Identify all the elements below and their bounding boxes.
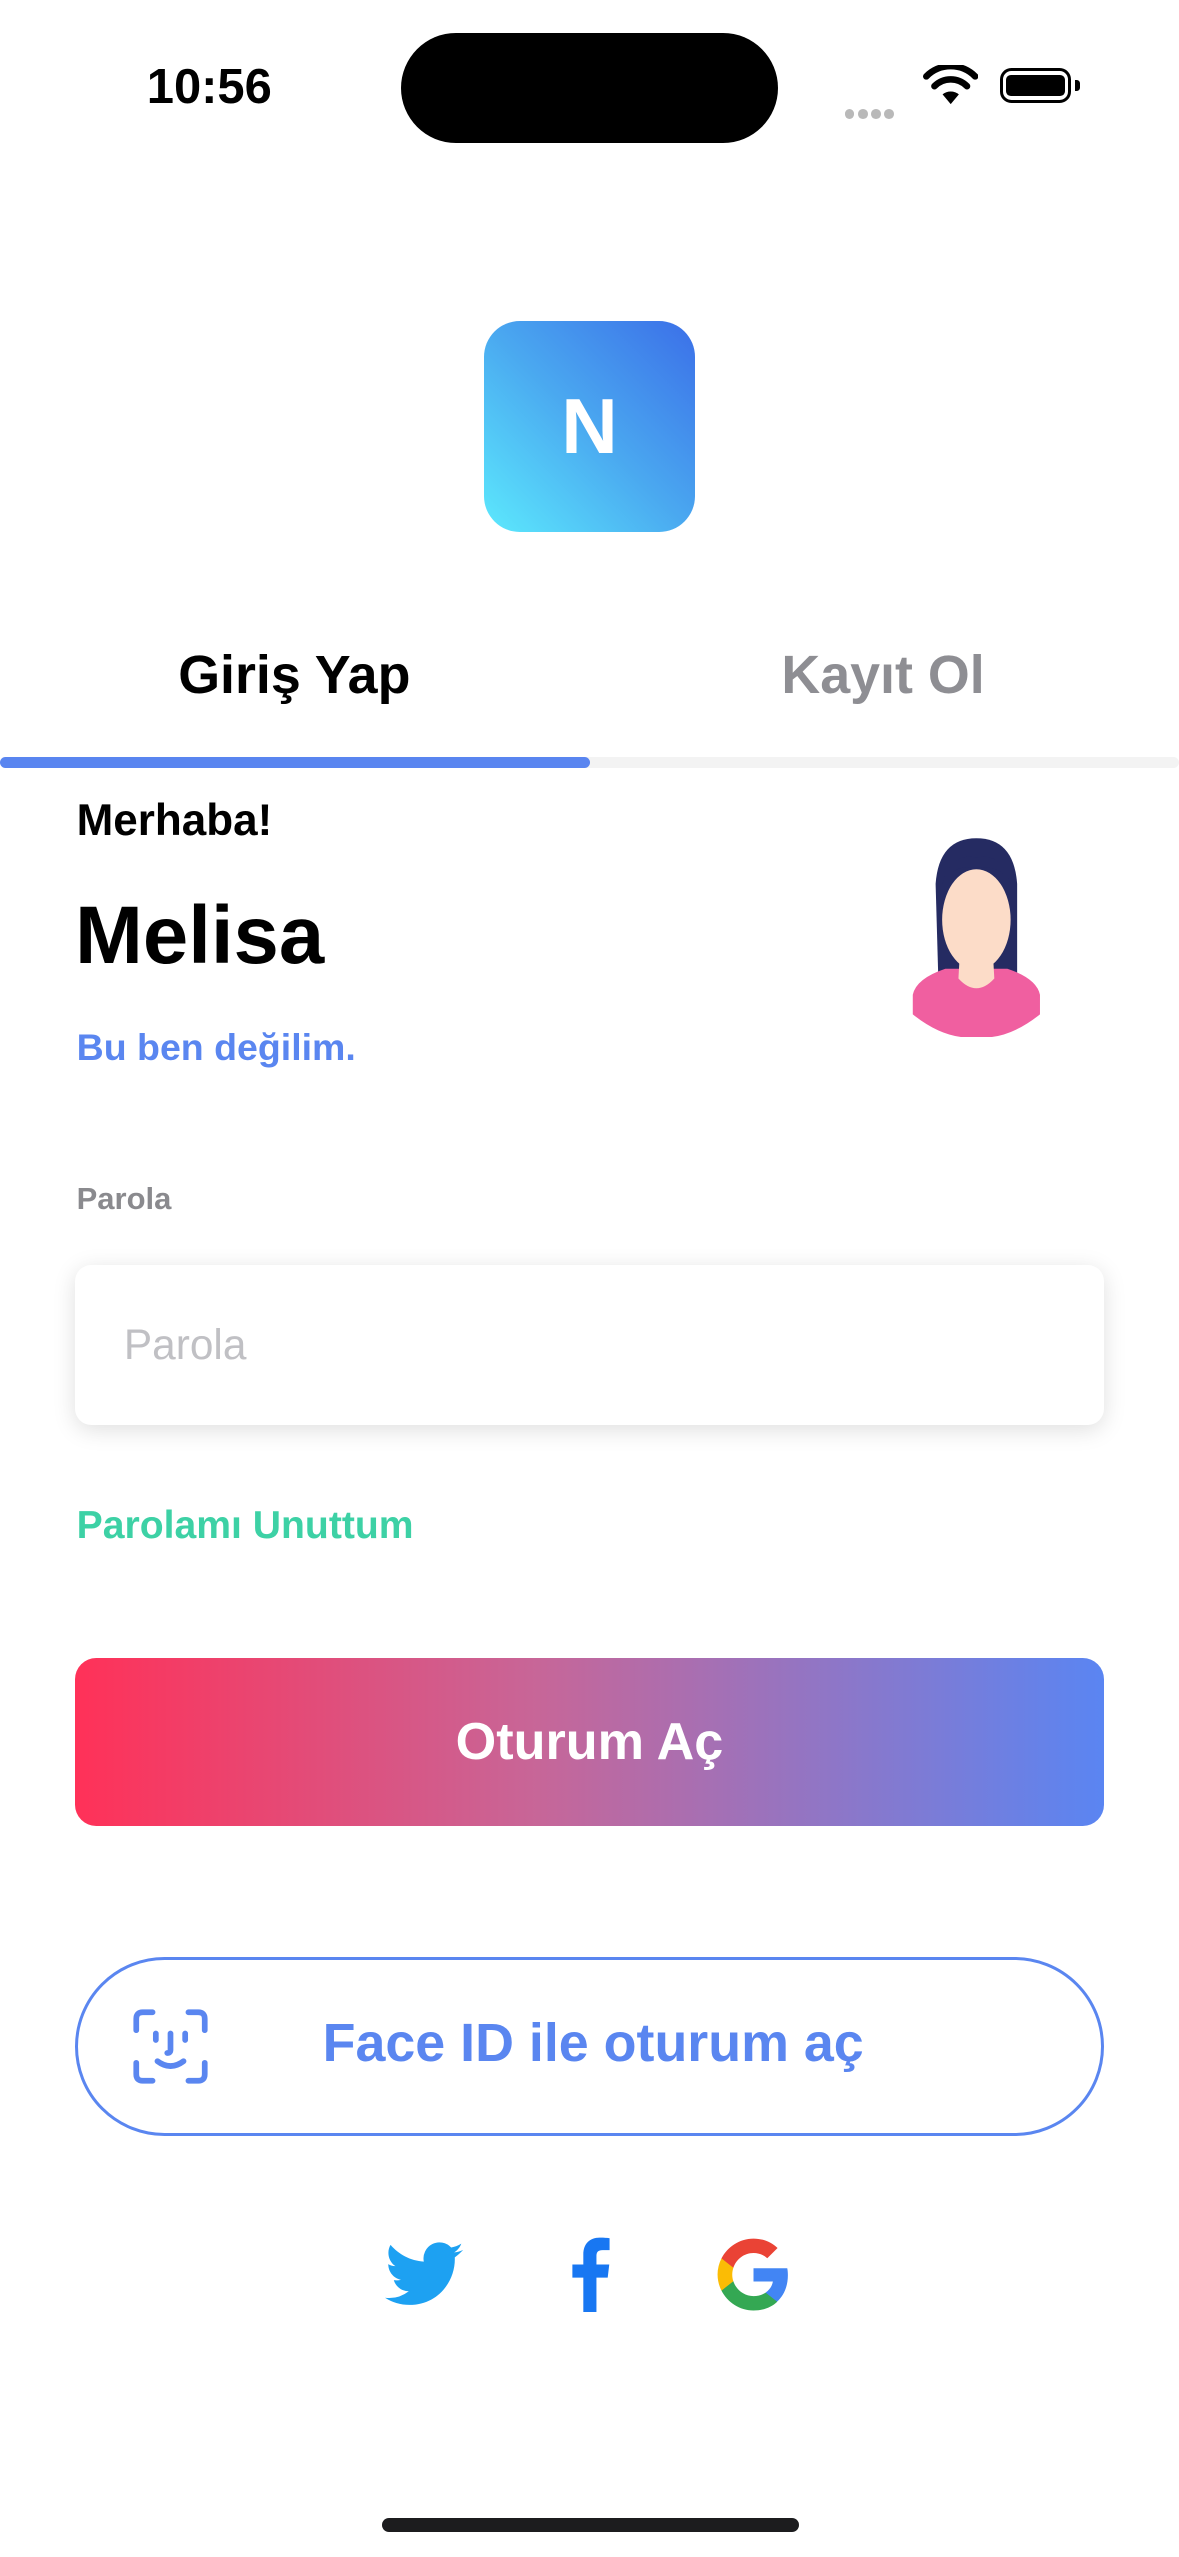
- login-screen: 10:56 N Giriş Yap Kayıt Ol Merhaba! Meli…: [0, 0, 1179, 2557]
- password-input[interactable]: [75, 1265, 1104, 1426]
- status-time: 10:56: [146, 59, 272, 114]
- facebook-icon[interactable]: [550, 2237, 632, 2313]
- wifi-icon: [922, 65, 979, 105]
- home-indicator[interactable]: [381, 2517, 800, 2533]
- dynamic-island: [401, 32, 778, 144]
- battery-tip: [1074, 79, 1080, 92]
- faceid-icon: [133, 2009, 209, 2084]
- faceid-login-button[interactable]: Face ID ile oturum aç: [75, 1956, 1104, 2137]
- user-name: Melisa: [75, 889, 325, 981]
- forgot-password-link[interactable]: Parolamı Unuttum: [77, 1504, 414, 1548]
- login-button[interactable]: Oturum Aç: [75, 1658, 1104, 1827]
- password-label: Parola: [76, 1180, 172, 1216]
- avatar: [913, 838, 1041, 1038]
- tab-login[interactable]: Giriş Yap: [0, 644, 589, 706]
- google-icon[interactable]: [713, 2237, 795, 2312]
- tab-register[interactable]: Kayıt Ol: [589, 644, 1178, 706]
- not-me-link[interactable]: Bu ben değilim.: [77, 1026, 356, 1069]
- greeting-text: Merhaba!: [76, 795, 273, 845]
- battery-icon: [999, 68, 1072, 103]
- twitter-icon[interactable]: [383, 2237, 465, 2312]
- faceid-label: Face ID ile oturum aç: [322, 2013, 864, 2073]
- tab-indicator: [0, 756, 591, 769]
- app-logo: N: [484, 321, 695, 532]
- cellular-signal-icon: [844, 95, 897, 126]
